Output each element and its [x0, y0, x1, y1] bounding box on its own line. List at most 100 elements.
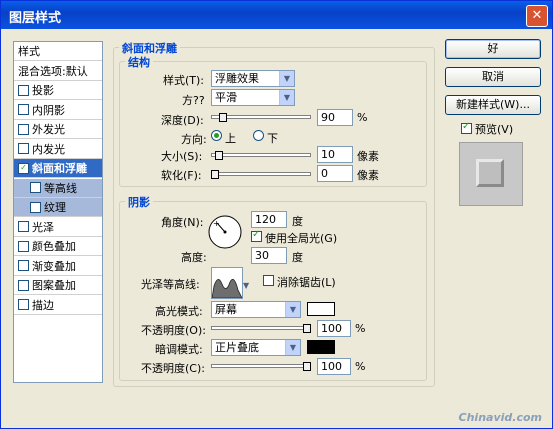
style-list-item-label: 纹理	[44, 201, 66, 214]
style-list-item[interactable]: 光泽	[14, 218, 102, 237]
chevron-down-icon: ▼	[285, 340, 300, 355]
angle-input[interactable]: 120	[251, 211, 287, 228]
chevron-down-icon[interactable]: ▼	[243, 281, 249, 290]
chevron-down-icon: ▼	[279, 90, 294, 105]
highlight-opacity-slider[interactable]	[211, 324, 311, 333]
shadow-mode-value: 正片叠底	[215, 341, 259, 354]
highlight-mode-select[interactable]: 屏幕 ▼	[211, 301, 301, 318]
depth-unit: %	[357, 111, 368, 124]
style-list-item[interactable]: 纹理	[14, 198, 102, 217]
style-list-item-label: 样式	[18, 45, 40, 58]
antialias-checkbox[interactable]	[263, 275, 274, 286]
watermark: Chinavid.com	[458, 411, 542, 424]
angle-label: 角度(N):	[161, 216, 204, 229]
gloss-contour-label: 光泽等高线:	[141, 278, 200, 291]
size-slider[interactable]	[211, 151, 311, 160]
cancel-button[interactable]: 取消	[445, 67, 541, 87]
method-select-value: 平滑	[215, 91, 237, 104]
style-list-item[interactable]: 内阴影	[14, 101, 102, 120]
altitude-input[interactable]: 30	[251, 247, 287, 264]
window-title: 图层样式	[9, 11, 62, 26]
style-list-item[interactable]: 内发光	[14, 140, 102, 159]
style-list-item[interactable]: 混合选项:默认	[14, 62, 102, 81]
style-list-item[interactable]: 等高线	[14, 178, 102, 198]
direction-down-radio[interactable]	[253, 130, 264, 141]
checkbox-icon[interactable]	[18, 260, 29, 271]
style-select[interactable]: 浮雕效果 ▼	[211, 70, 295, 87]
size-unit: 像素	[357, 150, 379, 163]
soften-slider[interactable]	[211, 170, 311, 179]
global-light-checkbox[interactable]	[251, 229, 262, 242]
style-list-item[interactable]: 颜色叠加	[14, 237, 102, 256]
style-select-value: 浮雕效果	[215, 72, 259, 85]
direction-up-radio[interactable]	[211, 130, 222, 141]
shadow-opacity-thumb[interactable]	[303, 362, 311, 371]
checkbox-icon[interactable]	[30, 201, 41, 213]
soften-slider-thumb[interactable]	[211, 170, 219, 179]
style-list-item[interactable]: 外发光	[14, 120, 102, 139]
shadow-opacity-label: 不透明度(C):	[141, 362, 205, 375]
direction-down-label: 下	[267, 132, 278, 145]
chevron-down-icon: ▼	[279, 71, 294, 86]
size-input[interactable]: 10	[317, 146, 353, 163]
checkbox-icon[interactable]	[18, 221, 29, 232]
shadow-mode-select[interactable]: 正片叠底 ▼	[211, 339, 301, 356]
highlight-opacity-thumb[interactable]	[303, 324, 311, 333]
size-slider-thumb[interactable]	[214, 151, 223, 160]
style-list-item[interactable]: 样式	[14, 42, 102, 61]
shadow-opacity-slider[interactable]	[211, 362, 311, 371]
checkbox-icon[interactable]	[18, 299, 29, 310]
checkbox-icon[interactable]	[18, 240, 29, 252]
preview-checkbox[interactable]	[461, 121, 472, 134]
checkbox-icon[interactable]	[18, 279, 29, 291]
new-style-button[interactable]: 新建样式(W)...	[445, 95, 541, 115]
highlight-opacity-label: 不透明度(O):	[141, 324, 206, 337]
style-list-item[interactable]: 描边	[14, 296, 102, 315]
style-list-item-label: 混合选项:默认	[18, 64, 88, 78]
depth-input[interactable]: 90	[317, 109, 353, 126]
contour-curve-icon	[211, 278, 243, 299]
angle-dial[interactable]: +	[207, 214, 243, 250]
shadow-color-swatch[interactable]	[307, 340, 335, 354]
style-list-item[interactable]: 投影	[14, 81, 102, 100]
style-list-item-label: 外发光	[32, 123, 65, 136]
gloss-contour-picker[interactable]	[211, 267, 243, 299]
depth-slider-thumb[interactable]	[219, 113, 228, 122]
style-list-item[interactable]: ✓ 斜面和浮雕	[14, 159, 102, 178]
checkbox-icon[interactable]	[18, 123, 29, 135]
style-list-item-label: 渐变叠加	[32, 259, 76, 273]
depth-slider[interactable]	[211, 113, 311, 122]
title-bar[interactable]: 图层样式 ✕	[1, 1, 552, 29]
shadow-opacity-input[interactable]: 100	[317, 358, 351, 375]
layer-style-dialog: 图层样式 ✕ 样式混合选项:默认投影内阴影外发光内发光 ✓ 斜面和浮雕等高线纹理光泽…	[0, 0, 553, 429]
highlight-opacity-input[interactable]: 100	[317, 320, 351, 337]
style-list-item-label: 等高线	[44, 181, 77, 195]
preview-label: 预览(V)	[475, 123, 514, 136]
style-preview	[459, 142, 523, 206]
style-list-item[interactable]: 渐变叠加	[14, 257, 102, 276]
preview-swatch	[476, 159, 504, 187]
checkbox-icon[interactable]	[18, 84, 29, 96]
highlight-color-swatch[interactable]	[307, 302, 335, 316]
highlight-mode-label: 高光模式:	[155, 305, 203, 318]
checkbox-icon[interactable]	[18, 143, 29, 154]
highlight-opacity-unit: %	[355, 322, 366, 335]
style-label: 样式(T):	[163, 74, 205, 87]
shadow-opacity-unit: %	[355, 360, 366, 373]
ok-button[interactable]: 好	[445, 39, 541, 59]
style-list-item[interactable]: 图案叠加	[14, 276, 102, 295]
size-label: 大小(S):	[161, 150, 203, 163]
style-list-item-label: 投影	[32, 84, 54, 97]
checked-checkbox-icon[interactable]: ✓	[18, 162, 29, 174]
style-list: 样式混合选项:默认投影内阴影外发光内发光 ✓ 斜面和浮雕等高线纹理光泽 颜色叠加渐变叠…	[13, 41, 103, 383]
direction-up-label: 上	[225, 132, 236, 145]
shadow-mode-label: 暗调模式:	[155, 343, 203, 356]
checkbox-icon[interactable]	[30, 182, 41, 193]
method-select[interactable]: 平滑 ▼	[211, 89, 295, 106]
close-button[interactable]: ✕	[526, 5, 548, 27]
shading-title: 阴影	[125, 194, 153, 210]
highlight-mode-value: 屏幕	[215, 303, 237, 316]
style-list-item-label: 描边	[32, 298, 54, 312]
checkbox-icon[interactable]	[18, 104, 29, 115]
soften-input[interactable]: 0	[317, 165, 353, 182]
